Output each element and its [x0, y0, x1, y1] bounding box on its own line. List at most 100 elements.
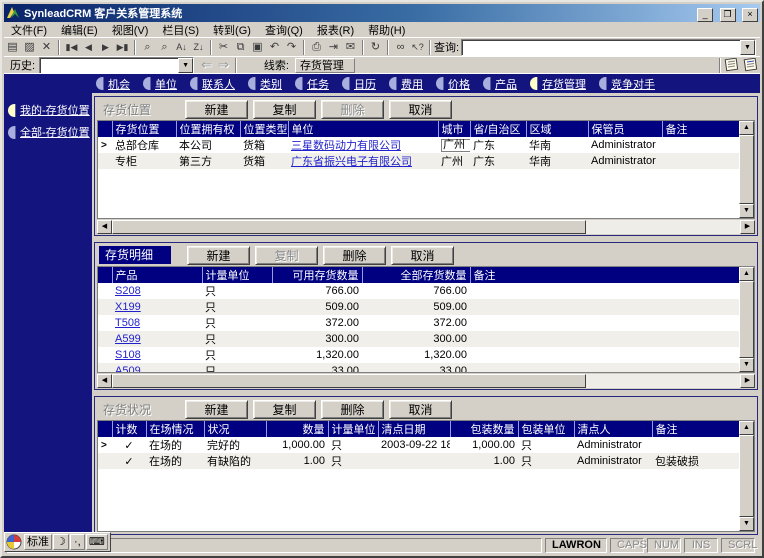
new-button[interactable]: 新建: [185, 99, 248, 119]
query-dropdown-icon[interactable]: ▼: [740, 39, 755, 55]
tab-tasks[interactable]: 任务: [295, 76, 329, 92]
tab-price[interactable]: 价格: [436, 76, 470, 92]
table-row[interactable]: X199 只 509.00 509.00: [98, 299, 739, 315]
horizontal-scrollbar[interactable]: ◀ ▶: [97, 220, 755, 234]
new-button[interactable]: 新建: [185, 399, 248, 419]
column-header[interactable]: 数量: [265, 421, 328, 437]
product-link[interactable]: A599: [115, 333, 141, 345]
table-row[interactable]: > ✓ 在场的 完好的 1,000.00 只 2003-09-22 18:47 …: [98, 437, 739, 453]
column-header[interactable]: 备注: [661, 121, 739, 137]
column-header[interactable]: 包装数量: [449, 421, 518, 437]
notebook-icon[interactable]: [743, 58, 758, 72]
history-dropdown-icon[interactable]: ▼: [178, 57, 194, 73]
history-combobox-field[interactable]: [40, 58, 178, 73]
column-header[interactable]: 状况: [203, 421, 266, 437]
menu-view[interactable]: 视图(V): [105, 21, 156, 39]
menu-file[interactable]: 文件(F): [4, 21, 54, 39]
help-cursor-icon[interactable]: ↖?: [409, 39, 426, 55]
product-link[interactable]: X199: [115, 301, 141, 313]
find-binoculars-icon[interactable]: ∞: [392, 39, 409, 55]
column-header[interactable]: 城市: [437, 121, 470, 137]
new-record-icon[interactable]: ▤: [4, 39, 21, 55]
cut-icon[interactable]: ✂: [215, 39, 232, 55]
prev-record-icon[interactable]: ◀: [80, 39, 97, 55]
close-button[interactable]: ×: [742, 7, 758, 22]
product-link[interactable]: A509: [115, 365, 141, 372]
cancel-button[interactable]: 取消: [391, 245, 454, 265]
delete-button[interactable]: 删除: [323, 245, 386, 265]
ime-mode-button[interactable]: 标准: [24, 534, 52, 550]
sidebar-item-all-inventory-locations[interactable]: 全部-存货位置: [4, 121, 92, 143]
print-icon[interactable]: ⎙: [308, 39, 325, 55]
restore-button[interactable]: ❐: [719, 7, 736, 22]
sort-ascending-icon[interactable]: A↓: [173, 39, 190, 55]
redo-icon[interactable]: ↷: [283, 39, 300, 55]
menu-edit[interactable]: 编辑(E): [54, 21, 105, 39]
cancel-button[interactable]: 取消: [389, 399, 452, 419]
refresh-icon[interactable]: ↻: [367, 39, 384, 55]
column-header[interactable]: 位置类型: [239, 121, 288, 137]
table-row[interactable]: A599 只 300.00 300.00: [98, 331, 739, 347]
company-link[interactable]: 三星数码动力有限公司: [291, 140, 401, 152]
column-header[interactable]: 保管员: [587, 121, 662, 137]
scrollbar-thumb[interactable]: [112, 220, 586, 234]
history-combobox[interactable]: ▼: [39, 56, 195, 74]
scroll-up-icon[interactable]: ▲: [739, 421, 754, 435]
table-row[interactable]: 专柜 第三方 货箱 广东省振兴电子有限公司 广州 广东 华南 Administr…: [98, 153, 739, 169]
ime-keyboard-icon[interactable]: ⌨: [85, 534, 108, 550]
menu-columns[interactable]: 栏目(S): [155, 21, 206, 39]
column-header[interactable]: 计量单位: [327, 421, 378, 437]
column-header[interactable]: 清点人: [573, 421, 652, 437]
counted-checkmark[interactable]: ✓: [112, 437, 146, 453]
column-header[interactable]: 存货位置: [111, 121, 176, 137]
product-link[interactable]: S108: [115, 349, 141, 361]
query-combobox-field[interactable]: [462, 40, 740, 55]
ime-fullwidth-moon-icon[interactable]: ☽: [53, 534, 69, 550]
column-header[interactable]: 备注: [469, 267, 739, 283]
scroll-down-icon[interactable]: ▼: [739, 358, 754, 372]
column-header[interactable]: 包装单位: [517, 421, 574, 437]
scroll-up-icon[interactable]: ▲: [739, 121, 754, 135]
scrollbar-thumb[interactable]: [739, 135, 754, 204]
vertical-scrollbar[interactable]: ▲ ▼: [739, 121, 754, 218]
modify-record-icon[interactable]: ▨: [21, 39, 38, 55]
sort-descending-icon[interactable]: Z↓: [190, 39, 207, 55]
scroll-right-icon[interactable]: ▶: [740, 220, 755, 234]
scroll-down-icon[interactable]: ▼: [739, 517, 754, 531]
table-row[interactable]: T508 只 372.00 372.00: [98, 315, 739, 331]
scrollbar-thumb[interactable]: [739, 435, 754, 517]
paste-icon[interactable]: ▣: [249, 39, 266, 55]
address-book-icon[interactable]: [724, 58, 739, 72]
city-edit-cell[interactable]: 广州: [441, 138, 470, 152]
query-combobox[interactable]: ▼: [461, 38, 756, 56]
company-link[interactable]: 广东省振兴电子有限公司: [291, 156, 412, 168]
copy-icon[interactable]: ⧉: [232, 39, 249, 55]
cancel-button[interactable]: 取消: [389, 99, 452, 119]
sidebar-item-my-inventory-locations[interactable]: 我的-存货位置: [4, 99, 92, 121]
counted-checkmark[interactable]: ✓: [112, 453, 146, 469]
tab-category[interactable]: 类别: [248, 76, 282, 92]
first-record-icon[interactable]: ▮◀: [63, 39, 80, 55]
new-button[interactable]: 新建: [187, 245, 250, 265]
undo-icon[interactable]: ↶: [266, 39, 283, 55]
menu-help[interactable]: 帮助(H): [361, 21, 412, 39]
ime-logo-icon[interactable]: [6, 534, 22, 550]
tab-calendar[interactable]: 日历: [342, 76, 376, 92]
column-header[interactable]: 备注: [651, 421, 739, 437]
tab-competitor[interactable]: 竞争对手: [599, 76, 655, 92]
preview-icon[interactable]: ⌕: [156, 39, 173, 55]
menu-goto[interactable]: 转到(G): [206, 21, 258, 39]
table-row[interactable]: > 总部仓库 本公司 货箱 三星数码动力有限公司 广州 广东 华南 Admini…: [98, 137, 739, 153]
column-header[interactable]: 在场情况: [145, 421, 204, 437]
scroll-left-icon[interactable]: ◀: [97, 374, 112, 388]
table-row[interactable]: A509 只 33.00 33.00: [98, 363, 739, 372]
next-record-icon[interactable]: ▶: [97, 39, 114, 55]
delete-button[interactable]: 删除: [321, 399, 384, 419]
tab-opportunity[interactable]: 机会: [96, 76, 130, 92]
vertical-scrollbar[interactable]: ▲ ▼: [739, 421, 754, 531]
column-header[interactable]: 单位: [287, 121, 438, 137]
send-icon[interactable]: ✉: [342, 39, 359, 55]
copy-button[interactable]: 复制: [253, 99, 316, 119]
column-header[interactable]: 省/自治区: [469, 121, 526, 137]
scrollbar-thumb[interactable]: [739, 281, 754, 358]
